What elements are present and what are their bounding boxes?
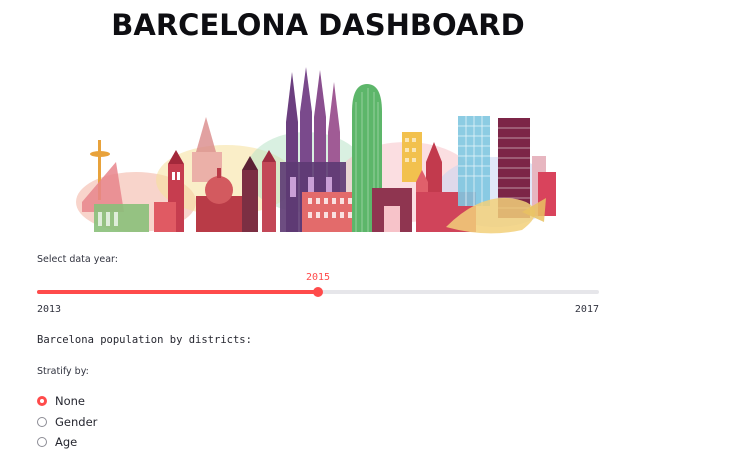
radio-button[interactable]: [37, 437, 47, 448]
radio-option-label: None: [55, 394, 86, 409]
population-section-text: Barcelona population by districts:: [37, 334, 252, 346]
stratify-radio-group: None Gender Age: [37, 391, 97, 453]
slider-max-label: 2017: [574, 304, 599, 315]
radio-option-age[interactable]: Age: [37, 432, 97, 453]
slider-min-label: 2013: [37, 304, 62, 315]
radio-button[interactable]: [37, 416, 47, 427]
barcelona-skyline-image: [76, 67, 556, 234]
slider-thumb[interactable]: [313, 287, 323, 297]
app-container: BARCELONA DASHBOARD Select data year: 20…: [0, 0, 732, 459]
stratify-label: Stratify by:: [37, 366, 89, 377]
slider-current-value: 2015: [305, 272, 331, 283]
radio-option-label: Gender: [55, 414, 98, 429]
year-slider[interactable]: 2015 2013 2017: [37, 268, 599, 318]
radio-option-none[interactable]: None: [37, 391, 97, 412]
slider-fill: [37, 290, 318, 294]
radio-option-label: Age: [55, 435, 78, 450]
radio-option-gender[interactable]: Gender: [37, 412, 97, 433]
page-title: BARCELONA DASHBOARD: [111, 8, 525, 42]
radio-button[interactable]: [37, 396, 47, 407]
year-slider-label: Select data year:: [37, 254, 118, 265]
